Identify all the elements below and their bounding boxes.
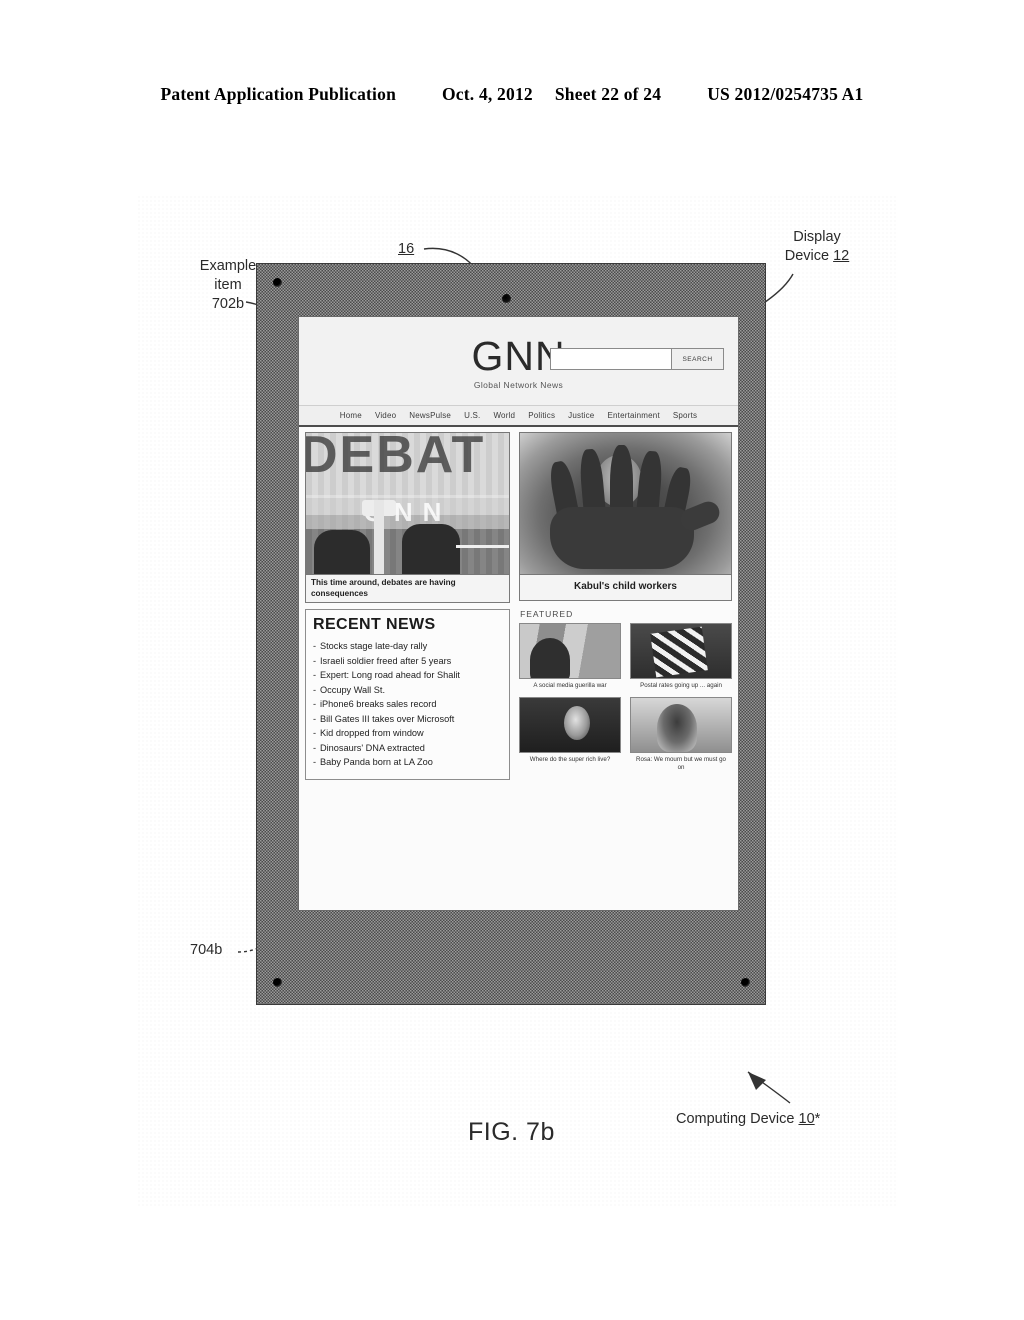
hero-main-caption: This time around, debates are having con…: [305, 575, 511, 603]
nav-item-home[interactable]: Home: [340, 411, 362, 420]
hero-main-band-word: GNN: [306, 495, 510, 529]
hero-side-caption: Kabul's child workers: [519, 575, 732, 601]
search-input[interactable]: [551, 349, 671, 369]
hero-row: DEBAT GNN This time around, debates are …: [299, 427, 738, 603]
nav-item-world[interactable]: World: [493, 411, 515, 420]
nav-item-entertainment[interactable]: Entertainment: [607, 411, 659, 420]
featured-title: FEATURED: [520, 609, 574, 619]
list-item[interactable]: iPhone6 breaks sales record: [313, 697, 502, 712]
featured-caption-2: Postal rates going up ... again: [640, 682, 722, 689]
featured-photo-1[interactable]: [519, 623, 622, 679]
hero-main-overlay-word: DEBAT: [305, 432, 486, 484]
person-silhouette-right: [402, 524, 460, 574]
nav-item-video[interactable]: Video: [375, 411, 396, 420]
hero-story-side[interactable]: Kabul's child workers: [519, 432, 732, 603]
list-item[interactable]: Bill Gates III takes over Microsoft: [313, 712, 502, 727]
featured-caption-3: Where do the super rich live?: [529, 756, 611, 763]
browser-screen: GNN Global Network News SEARCH Home Vide…: [298, 316, 739, 911]
nav-item-politics[interactable]: Politics: [528, 411, 555, 420]
callout-computing-device-prime: *: [814, 1111, 821, 1127]
list-item[interactable]: Stocks stage late-day rally: [313, 639, 502, 654]
list-item[interactable]: Dinosaurs' DNA extracted: [313, 741, 502, 756]
list-item[interactable]: Occupy Wall St.: [313, 683, 502, 698]
figure-caption: FIG. 7b: [468, 1118, 555, 1146]
featured-item-4[interactable]: Rosa: We mourn but we must go on: [630, 697, 732, 772]
hero-main-photo[interactable]: DEBAT GNN: [305, 432, 511, 575]
bezel-screw-bottom-left: [273, 978, 282, 987]
callout-computing-device: Computing Device 10*: [676, 1110, 820, 1129]
callout-example-item: Example item 702b: [199, 258, 257, 312]
callout-computing-device-text: Computing Device: [676, 1111, 799, 1127]
recent-news-panel: RECENT NEWS Stocks stage late-day rally …: [305, 609, 511, 780]
hero-side-photo[interactable]: [519, 432, 732, 575]
nav-item-sports[interactable]: Sports: [673, 411, 697, 420]
site-navigation[interactable]: Home Video NewsPulse U.S. World Politics…: [299, 406, 738, 427]
bezel-screw-bottom-right: [741, 978, 750, 987]
featured-photo-4[interactable]: [630, 697, 732, 753]
featured-item-3[interactable]: Where do the super rich live?: [519, 697, 622, 772]
nav-item-newspulse[interactable]: NewsPulse: [409, 411, 451, 420]
callout-display-device-number: 12: [833, 248, 850, 264]
person-silhouette-left: [314, 530, 370, 574]
stage-rail-shape: [456, 545, 510, 548]
display-device: GNN Global Network News SEARCH Home Vide…: [256, 263, 766, 1005]
list-item[interactable]: Israeli soldier freed after 5 years: [313, 654, 502, 669]
nav-item-justice[interactable]: Justice: [568, 411, 594, 420]
podium-shape: [374, 500, 384, 574]
recent-news-title: RECENT NEWS: [313, 616, 436, 633]
list-item[interactable]: Expert: Long road ahead for Shalit: [313, 668, 502, 683]
featured-grid: A social media guerilla war Postal rates…: [519, 623, 732, 772]
figure-7b: GNN Global Network News SEARCH Home Vide…: [0, 0, 1024, 1320]
search-button[interactable]: SEARCH: [671, 349, 723, 369]
brand-tagline: Global Network News: [473, 380, 564, 390]
callout-display-device: Display Device 12: [757, 228, 877, 266]
featured-photo-3[interactable]: [519, 697, 622, 753]
featured-item-2[interactable]: Postal rates going up ... again: [630, 623, 732, 690]
list-item[interactable]: Kid dropped from window: [313, 726, 502, 741]
callout-ref-704b: 704b: [190, 942, 223, 958]
search-box[interactable]: SEARCH: [550, 348, 724, 370]
featured-caption-4: Rosa: We mourn but we must go on: [636, 756, 727, 771]
featured-photo-2[interactable]: [630, 623, 732, 679]
bezel-screw-top-left: [273, 278, 282, 287]
site-masthead: GNN Global Network News SEARCH: [299, 317, 738, 406]
featured-item-1[interactable]: A social media guerilla war: [519, 623, 622, 690]
featured-caption-1: A social media guerilla war: [533, 682, 607, 689]
lower-content-row: RECENT NEWS Stocks stage late-day rally …: [299, 603, 738, 780]
palm-shape: [550, 507, 695, 569]
hero-story-main[interactable]: DEBAT GNN This time around, debates are …: [305, 432, 511, 603]
callout-computing-device-number: 10: [798, 1111, 815, 1127]
camera-icon: [502, 294, 511, 303]
nav-item-us[interactable]: U.S.: [464, 411, 480, 420]
featured-panel: FEATURED A social media guerilla war Pos…: [519, 609, 732, 780]
list-item[interactable]: Baby Panda born at LA Zoo: [313, 755, 502, 770]
callout-ref-16: 16: [398, 241, 415, 257]
